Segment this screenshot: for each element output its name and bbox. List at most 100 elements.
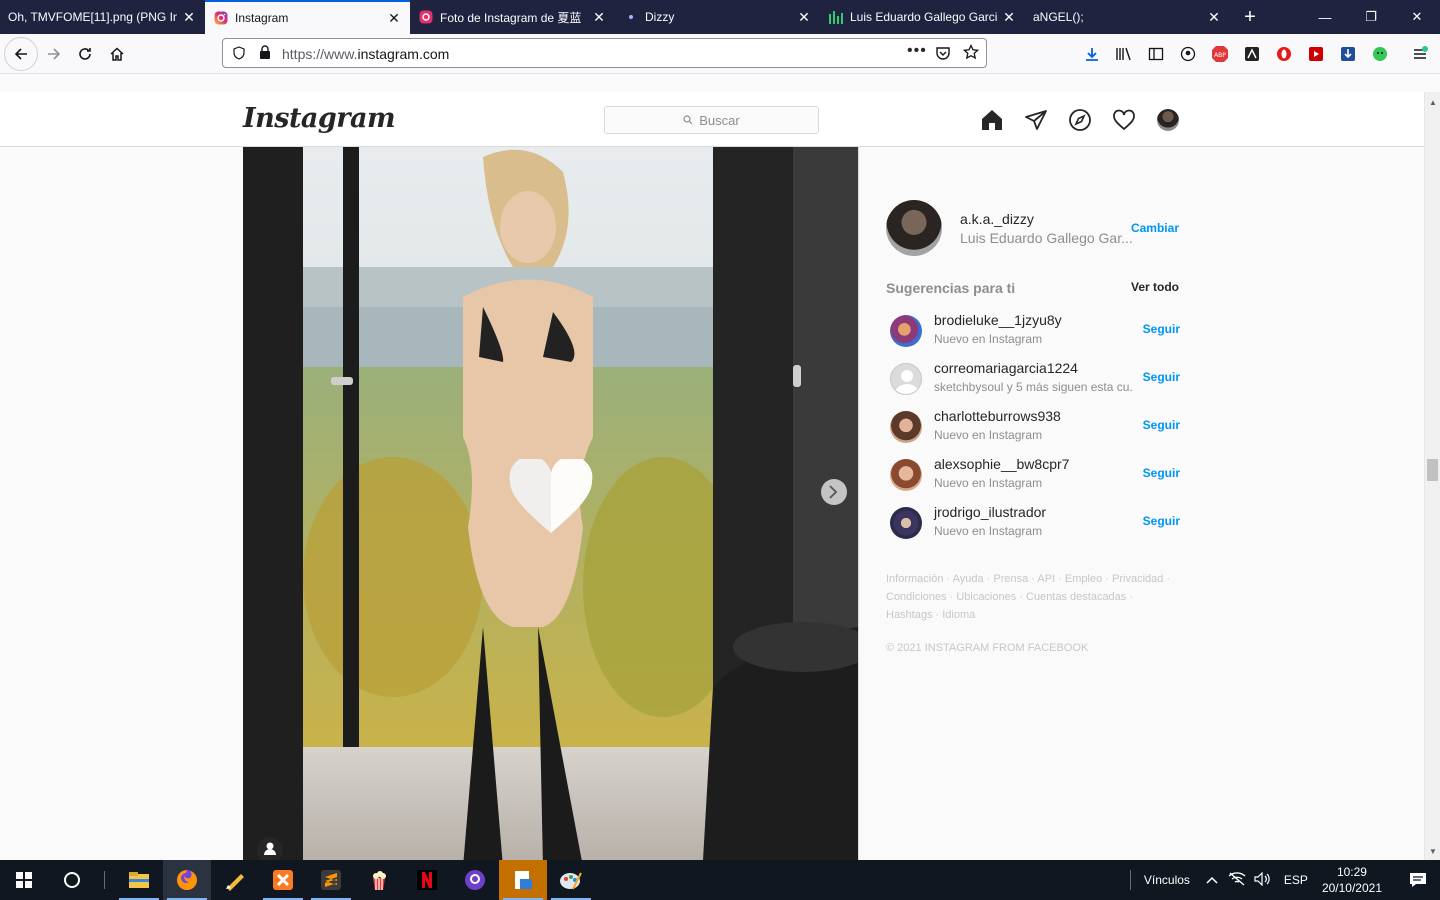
footer-line[interactable]: Condiciones · Ubicaciones · Cuentas dest… <box>886 588 1180 606</box>
suggestion-username[interactable]: alexsophie__bw8cpr7 <box>934 456 1069 472</box>
scroll-down-icon[interactable]: ▼ <box>1429 847 1437 856</box>
footer-line[interactable]: Información · Ayuda · Prensa · API · Emp… <box>886 570 1180 588</box>
follow-button[interactable]: Seguir <box>1143 514 1180 528</box>
popcorn-time-icon[interactable] <box>355 860 403 900</box>
restore-icon[interactable]: ❐ <box>1348 0 1394 34</box>
explore-compass-icon[interactable] <box>1067 107 1093 133</box>
links-toolbar[interactable]: Vínculos <box>1144 873 1190 887</box>
follow-button[interactable]: Seguir <box>1143 370 1180 384</box>
close-window-icon[interactable]: ✕ <box>1394 0 1440 34</box>
url-bar[interactable]: https://www.instagram.com ••• <box>222 38 987 68</box>
editor-app-icon[interactable] <box>211 860 259 900</box>
green-extension-icon[interactable] <box>1370 44 1390 64</box>
close-tab-icon[interactable]: ✕ <box>1206 9 1222 26</box>
more-actions-icon[interactable]: ••• <box>907 42 927 60</box>
page-scrollbar[interactable]: ▲ ▼ <box>1424 92 1440 860</box>
language-indicator[interactable]: ESP <box>1284 873 1308 887</box>
account-icon[interactable] <box>1178 44 1198 64</box>
scrollbar-thumb[interactable] <box>1427 459 1438 481</box>
chevron-up-icon[interactable] <box>1206 873 1218 887</box>
search-input[interactable]: Buscar <box>604 106 819 134</box>
volume-icon[interactable] <box>1254 871 1272 889</box>
notifications-icon[interactable] <box>1396 860 1440 900</box>
suggestion-item: brodieluke__1jzyu8y Nuevo en Instagram S… <box>886 311 1180 359</box>
github-desktop-icon[interactable] <box>451 860 499 900</box>
see-all-link[interactable]: Ver todo <box>1131 280 1179 294</box>
home-icon[interactable] <box>979 107 1005 133</box>
suggestion-username[interactable]: charlotteburrows938 <box>934 408 1061 424</box>
follow-button[interactable]: Seguir <box>1143 418 1180 432</box>
suggestion-avatar[interactable] <box>890 507 922 539</box>
notes-app-icon[interactable] <box>499 860 547 900</box>
back-button[interactable] <box>4 37 38 71</box>
suggestion-avatar[interactable] <box>890 411 922 443</box>
xampp-icon[interactable] <box>259 860 307 900</box>
switch-account-button[interactable]: Cambiar <box>1131 221 1179 235</box>
footer-line[interactable]: Hashtags · Idioma <box>886 606 1180 624</box>
firefox-icon[interactable] <box>163 860 211 900</box>
network-off-icon[interactable] <box>1228 871 1246 889</box>
tab-title: Foto de Instagram de 夏蓝 <box>440 10 582 25</box>
profile-avatar[interactable] <box>886 200 942 256</box>
home-button[interactable] <box>101 38 133 70</box>
close-tab-icon[interactable]: ✕ <box>591 9 607 26</box>
shield-icon[interactable] <box>232 46 246 63</box>
adblock-icon[interactable]: ABP <box>1210 44 1230 64</box>
instagram-logo[interactable]: Instagram <box>243 103 396 134</box>
download-icon[interactable] <box>1082 44 1102 64</box>
menu-icon[interactable] <box>1410 44 1430 64</box>
copyright: © 2021 INSTAGRAM FROM FACEBOOK <box>886 642 1089 654</box>
windows-start-icon[interactable] <box>0 860 48 900</box>
suggestion-avatar[interactable] <box>890 363 922 395</box>
bookmark-star-icon[interactable] <box>962 43 980 63</box>
pocket-icon[interactable] <box>935 45 951 64</box>
activity-heart-icon[interactable] <box>1111 107 1137 133</box>
post-image[interactable] <box>243 147 859 860</box>
suggestion-avatar[interactable] <box>890 459 922 491</box>
suggestion-avatar[interactable] <box>890 315 922 347</box>
tab-luis[interactable]: Luis Eduardo Gallego Garci ✕ <box>820 0 1025 34</box>
suggestion-item: correomariagarcia1224 sketchbysoul y 5 m… <box>886 359 1180 407</box>
cortana-search-icon[interactable] <box>48 860 96 900</box>
reload-button[interactable] <box>69 38 101 70</box>
file-explorer-icon[interactable] <box>115 860 163 900</box>
follow-button[interactable]: Seguir <box>1143 322 1180 336</box>
profile-fullname: Luis Eduardo Gallego Gar... <box>960 230 1133 246</box>
library-icon[interactable] <box>1114 44 1134 64</box>
follow-button[interactable]: Seguir <box>1143 466 1180 480</box>
direct-message-icon[interactable] <box>1023 107 1049 133</box>
sublime-text-icon[interactable] <box>307 860 355 900</box>
minimize-icon[interactable]: — <box>1302 0 1348 34</box>
tab-dizzy[interactable]: Dizzy ✕ <box>615 0 820 34</box>
tab-title: Dizzy <box>645 10 675 24</box>
suggestion-username[interactable]: brodieluke__1jzyu8y <box>934 312 1062 328</box>
tab-title: Oh, TMVFOME[11].png (PNG Im <box>8 10 177 24</box>
close-tab-icon[interactable]: ✕ <box>181 9 197 26</box>
sidebar-icon[interactable] <box>1146 44 1166 64</box>
close-tab-icon[interactable]: ✕ <box>796 9 812 26</box>
suggestion-item: charlotteburrows938 Nuevo en Instagram S… <box>886 407 1180 455</box>
profile-username[interactable]: a.k.a._dizzy <box>960 211 1034 227</box>
opera-extension-icon[interactable] <box>1274 44 1294 64</box>
profile-avatar[interactable] <box>1157 109 1179 131</box>
suggestion-username[interactable]: correomariagarcia1224 <box>934 360 1078 376</box>
scroll-up-icon[interactable]: ▲ <box>1429 98 1437 107</box>
forward-button[interactable] <box>38 38 70 70</box>
lock-icon[interactable] <box>259 45 271 63</box>
extension-icon[interactable] <box>1242 44 1262 64</box>
video-download-icon[interactable] <box>1338 44 1358 64</box>
clock[interactable]: 10:29 20/10/2021 <box>1322 864 1382 896</box>
footer-links[interactable]: Información · Ayuda · Prensa · API · Emp… <box>886 570 1180 624</box>
url-text[interactable]: https://www.instagram.com <box>282 46 449 62</box>
tab-instagram[interactable]: Instagram ✕ <box>205 0 410 34</box>
tab-angel[interactable]: aNGEL(); ✕ <box>1025 0 1230 34</box>
youtube-extension-icon[interactable] <box>1306 44 1326 64</box>
tab-foto-instagram[interactable]: Foto de Instagram de 夏蓝 ✕ <box>410 0 615 34</box>
netflix-icon[interactable] <box>403 860 451 900</box>
new-tab-button[interactable]: + <box>1230 0 1270 34</box>
tab-png[interactable]: Oh, TMVFOME[11].png (PNG Im ✕ <box>0 0 205 34</box>
close-tab-icon[interactable]: ✕ <box>1001 9 1017 26</box>
close-tab-icon[interactable]: ✕ <box>386 10 402 27</box>
suggestion-username[interactable]: jrodrigo_ilustrador <box>934 504 1046 520</box>
paint-app-icon[interactable] <box>547 860 595 900</box>
